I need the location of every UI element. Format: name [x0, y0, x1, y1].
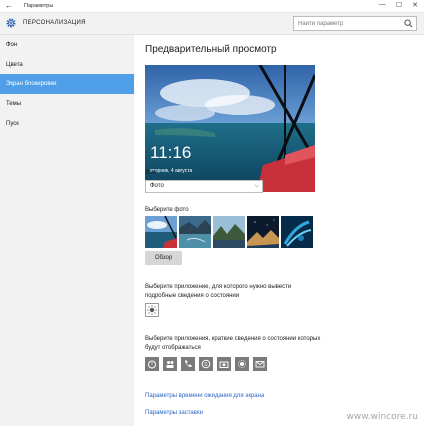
- search-icon[interactable]: [404, 19, 413, 28]
- phone-icon: [185, 360, 192, 368]
- lock-screen-preview: 11:16 вторник, 4 августа: [145, 65, 315, 192]
- people-icon: [166, 361, 174, 368]
- close-button[interactable]: ✕: [412, 1, 418, 9]
- alarm-clock-icon: [148, 360, 156, 369]
- quick-status-label-line1: Выберите приложения, краткие сведения о …: [145, 336, 321, 342]
- skype-icon: S: [201, 359, 211, 369]
- quick-status-app-button[interactable]: S: [199, 357, 213, 371]
- page-section-title: ПЕРСОНАЛИЗАЦИЯ: [23, 20, 86, 26]
- screensaver-settings-link[interactable]: Параметры заставки: [145, 410, 203, 416]
- photo-thumbnail[interactable]: [247, 216, 279, 248]
- photo-thumbnails: [145, 216, 313, 248]
- background-select[interactable]: Фото ⌵: [145, 180, 263, 193]
- minimize-button[interactable]: —: [379, 1, 386, 9]
- maximize-button[interactable]: ☐: [396, 1, 402, 9]
- sidebar-item-lock-screen[interactable]: Экран блокировки: [0, 74, 134, 94]
- chevron-down-icon: ⌵: [254, 183, 259, 189]
- photo-thumbnail[interactable]: [145, 216, 177, 248]
- photo-thumbnail[interactable]: [179, 216, 211, 248]
- detailed-status-label-line2: подробные сведения о состоянии: [145, 293, 240, 299]
- sun-icon: [238, 360, 246, 368]
- quick-status-app-button[interactable]: [145, 357, 159, 371]
- back-arrow-icon[interactable]: ←: [5, 1, 13, 10]
- quick-status-app-button[interactable]: [181, 357, 195, 371]
- sidebar-item-background[interactable]: Фон: [0, 35, 134, 55]
- choose-photo-label: Выберите фото: [145, 207, 189, 213]
- sidebar: Фон Цвета Экран блокировки Темы Пуск: [0, 35, 134, 426]
- preview-date: вторник, 4 августа: [150, 168, 193, 174]
- detailed-status-app-button[interactable]: [145, 303, 159, 317]
- quick-status-apps: S: [145, 357, 267, 371]
- screen-timeout-settings-link[interactable]: Параметры времени ожидания для экрана: [145, 393, 264, 399]
- search-box[interactable]: [293, 16, 417, 31]
- background-select-value: Фото: [150, 183, 164, 189]
- detailed-status-label-line1: Выберите приложение, для которого нужно …: [145, 284, 292, 290]
- watermark-text: www.wincore.ru: [346, 412, 418, 422]
- sun-icon: [147, 305, 157, 315]
- background-label: Фон: [145, 170, 157, 176]
- quick-status-app-button[interactable]: [235, 357, 249, 371]
- search-input[interactable]: [294, 17, 402, 30]
- gear-icon: [6, 18, 16, 28]
- title-bar: ← Параметры — ☐ ✕: [0, 0, 424, 13]
- sidebar-item-start[interactable]: Пуск: [0, 114, 134, 134]
- main-content: Предварительный просмотр 11:16 вторник, …: [134, 35, 424, 426]
- preview-clock: 11:16: [150, 143, 192, 162]
- photo-thumbnail[interactable]: [213, 216, 245, 248]
- camera-icon: [219, 361, 229, 368]
- quick-status-app-button[interactable]: [217, 357, 231, 371]
- settings-header: ПЕРСОНАЛИЗАЦИЯ: [0, 13, 424, 35]
- photo-thumbnail[interactable]: [281, 216, 313, 248]
- mail-icon: [255, 361, 265, 368]
- sidebar-item-colors[interactable]: Цвета: [0, 55, 134, 75]
- quick-status-app-button[interactable]: [253, 357, 267, 371]
- window-controls: — ☐ ✕: [379, 1, 418, 9]
- quick-status-label-line2: будут отображаться: [145, 345, 201, 351]
- preview-heading: Предварительный просмотр: [145, 44, 277, 55]
- window-title: Параметры: [24, 3, 54, 9]
- quick-status-app-button[interactable]: [163, 357, 177, 371]
- sidebar-item-themes[interactable]: Темы: [0, 94, 134, 114]
- browse-button[interactable]: Обзор: [145, 251, 182, 265]
